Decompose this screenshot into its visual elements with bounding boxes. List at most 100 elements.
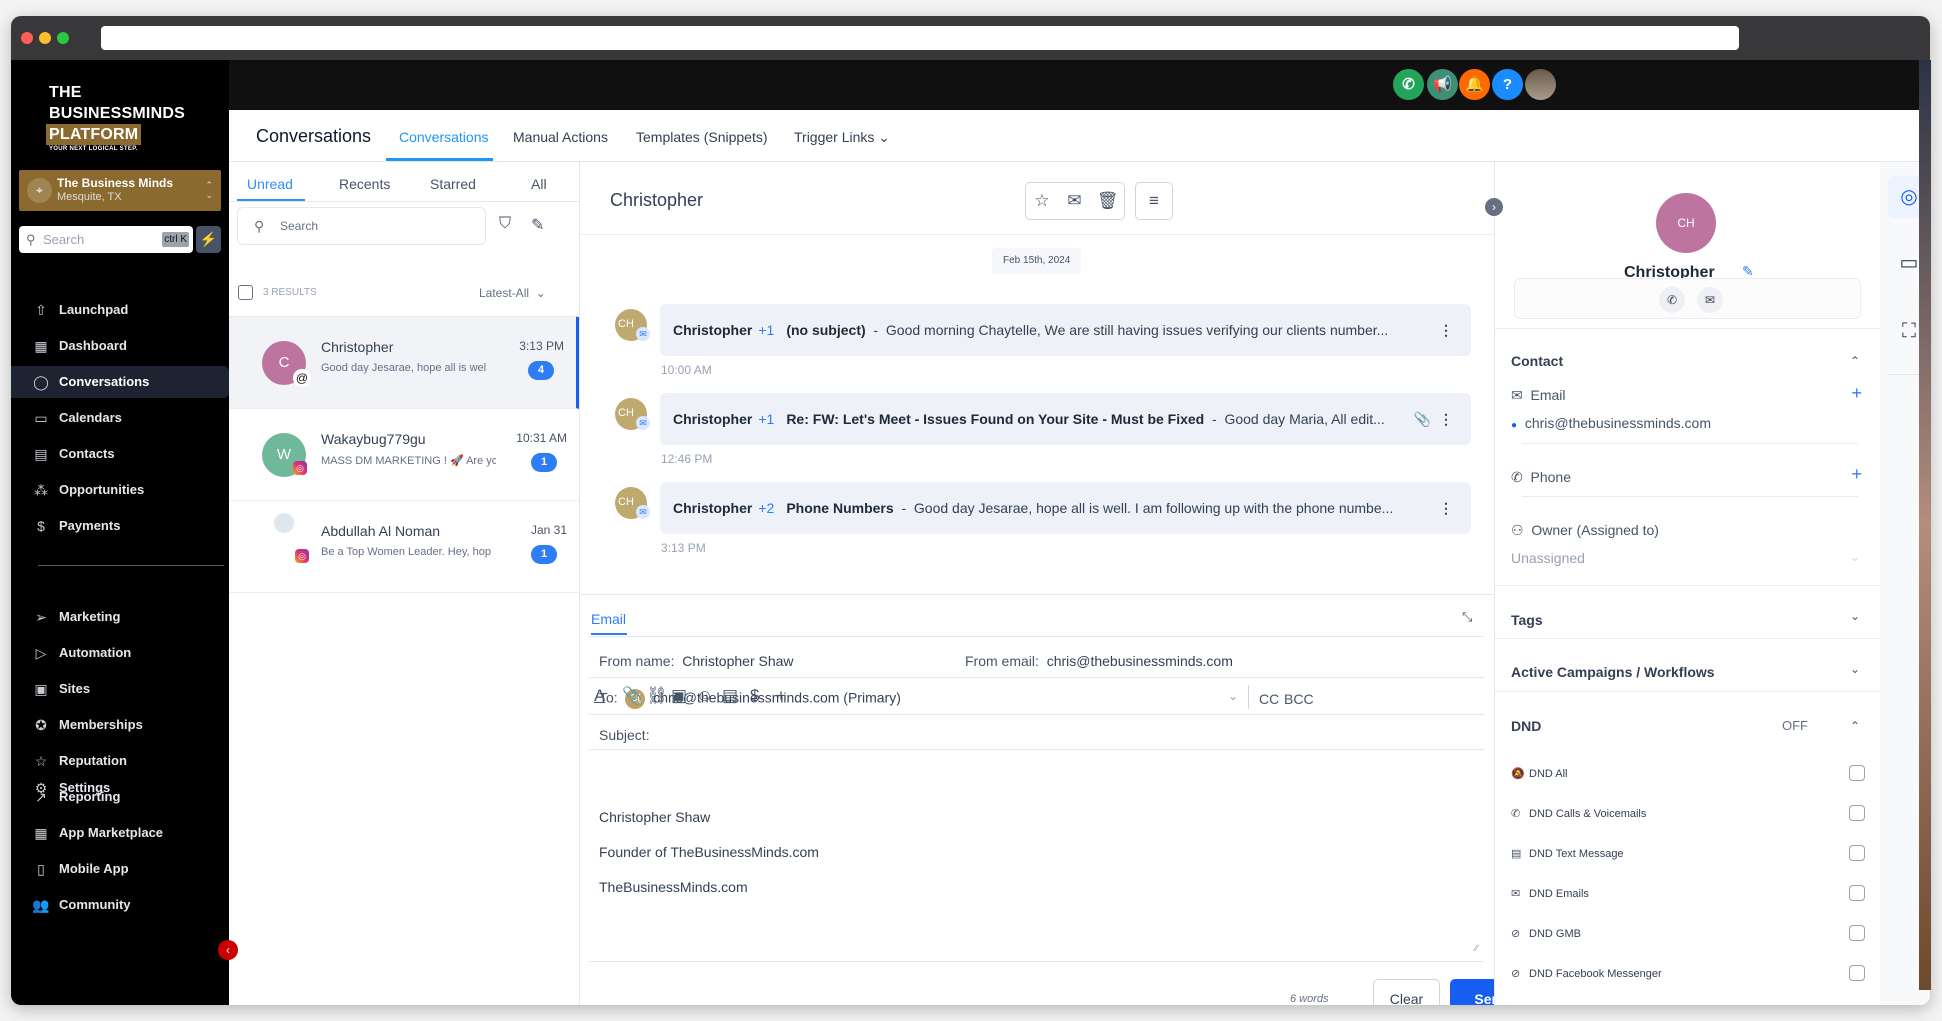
from-name-field[interactable]: From name: Christopher Shaw [599, 653, 794, 669]
sidebar-item-launchpad[interactable]: ⇧ Launchpad [11, 294, 229, 326]
dnd-checkbox[interactable] [1849, 885, 1865, 901]
delete-button[interactable]: 🗑 [1091, 182, 1125, 220]
sidebar-item-calendars[interactable]: ▭ Calendars [11, 402, 229, 434]
conversation-list-item[interactable]: C @ Christopher Good day Jesarae, hope a… [229, 317, 579, 409]
plus-icon[interactable]: + [776, 686, 786, 706]
sidebar-item-mobile-app[interactable]: ▯ Mobile App [11, 853, 229, 885]
chevron-down-icon[interactable]: ⌄ [1850, 662, 1860, 676]
text-format-icon[interactable]: A [594, 686, 605, 706]
help-button[interactable]: ? [1492, 69, 1523, 100]
collapse-sidebar-button[interactable]: ‹ [218, 940, 238, 960]
sidebar-item-app-marketplace[interactable]: ▦ App Marketplace [11, 817, 229, 849]
chevron-up-icon[interactable]: ⌃ [1850, 354, 1860, 368]
chevron-down-icon[interactable]: ⌄ [1228, 689, 1238, 703]
document-icon[interactable]: ▤ [722, 686, 738, 706]
sidebar-item-payments[interactable]: $ Payments [11, 510, 229, 542]
email-message-bubble[interactable]: Christopher +1 (no subject) - Good morning… [660, 304, 1471, 356]
star-button[interactable]: ☆ [1025, 182, 1059, 220]
tab-starred[interactable]: Starred [430, 176, 476, 192]
add-email-button[interactable]: + [1851, 383, 1862, 404]
sidebar-item-marketing[interactable]: ➢ Marketing [11, 601, 229, 633]
sidebar-item-contacts[interactable]: ▤ Contacts [11, 438, 229, 470]
emoji-icon[interactable]: ☺ [696, 686, 713, 706]
maximize-window-button[interactable] [57, 32, 69, 44]
address-bar[interactable] [101, 26, 1739, 50]
chevron-down-icon[interactable]: ⌄ [1850, 609, 1860, 623]
tab-conversations[interactable]: Conversations [399, 129, 489, 145]
dnd-checkbox[interactable] [1849, 805, 1865, 821]
clear-button[interactable]: Clear [1373, 979, 1440, 1005]
sidebar-search-input[interactable]: ⚲ Search ctrl K [19, 226, 193, 253]
bcc-button[interactable]: BCC [1284, 691, 1314, 707]
conversation-list-item[interactable]: ◎ Abdullah Al Noman Be a Top Women Leade… [229, 501, 579, 593]
dnd-checkbox[interactable] [1849, 925, 1865, 941]
email-message-bubble[interactable]: Christopher +1 Re: FW: Let's Meet - Issues… [660, 393, 1471, 445]
notifications-button[interactable]: 🔔 [1459, 69, 1490, 100]
user-avatar[interactable] [1525, 69, 1556, 100]
email-value[interactable]: ● chris@thebusinessminds.com [1511, 415, 1711, 431]
tab-all[interactable]: All [531, 176, 547, 192]
owner-select[interactable]: Unassigned [1511, 550, 1585, 566]
contact-section-header[interactable]: Contact [1511, 353, 1563, 369]
dnd-section-header[interactable]: DND [1511, 718, 1541, 734]
minimize-composer-icon[interactable]: ⤡ [1462, 609, 1472, 625]
add-phone-button[interactable]: + [1851, 464, 1862, 485]
chevron-down-icon[interactable]: ⌄ [1850, 550, 1860, 564]
conversation-search-input[interactable]: ⚲ Search [237, 207, 486, 245]
sidebar-item-settings[interactable]: ⚙ Settings [11, 772, 229, 804]
dnd-option-label: DND Text Message [1529, 848, 1624, 860]
tab-manual-actions[interactable]: Manual Actions [513, 129, 608, 145]
from-email-field[interactable]: From email: chris@thebusinessminds.com [965, 653, 1233, 669]
dollar-icon[interactable]: $ [750, 686, 759, 706]
email-body-editor[interactable]: Christopher Shaw Founder of TheBusinessM… [589, 751, 1484, 961]
image-icon[interactable]: ▣ [671, 686, 687, 706]
more-options-icon[interactable]: ⋮ [1439, 393, 1453, 445]
sidebar-item-opportunities[interactable]: ⁂ Opportunities [11, 474, 229, 506]
campaigns-section-header[interactable]: Active Campaigns / Workflows [1511, 664, 1715, 680]
close-window-button[interactable] [21, 32, 33, 44]
dnd-checkbox[interactable] [1849, 765, 1865, 781]
select-all-checkbox[interactable] [238, 285, 253, 300]
attachment-icon[interactable]: 📎 [622, 686, 643, 706]
tab-email[interactable]: Email [591, 611, 626, 627]
subject-field[interactable]: Subject: [599, 727, 650, 743]
sidebar-item-dashboard[interactable]: ▦ Dashboard [11, 330, 229, 362]
announcements-button[interactable]: 📢 [1427, 69, 1458, 100]
chevron-up-icon[interactable]: ⌃ [1850, 719, 1860, 733]
location-switcher[interactable]: ⌖ The Business Minds Mesquite, TX ⌃ ⌄ [19, 170, 221, 211]
more-options-icon[interactable]: ⋮ [1439, 304, 1453, 356]
sidebar-item-label: Sites [59, 681, 91, 696]
tab-templates[interactable]: Templates (Snippets) [636, 129, 768, 145]
call-button[interactable]: ✆ [1659, 287, 1685, 313]
conversation-list-item[interactable]: W ◎ Wakaybug779gu MASS DM MARKETING ! 🚀 … [229, 409, 579, 501]
email-message-bubble[interactable]: Christopher +2 Phone Numbers - Good day Je… [660, 482, 1471, 534]
sidebar-item-conversations[interactable]: ◯ Conversations [11, 366, 229, 398]
mark-unread-button[interactable]: ✉ [1058, 182, 1092, 220]
sidebar-item-community[interactable]: 👥 Community [11, 889, 229, 921]
sort-dropdown[interactable]: Latest-All ⌄ [479, 286, 546, 300]
help-icon: ? [1502, 76, 1513, 93]
more-options-icon[interactable]: ⋮ [1439, 482, 1453, 534]
toggle-contact-panel-button[interactable]: › [1485, 198, 1503, 216]
sidebar-item-sites[interactable]: ▣ Sites [11, 673, 229, 705]
cc-button[interactable]: CC [1259, 691, 1279, 707]
resize-handle-icon[interactable]: ⁄⁄ [1475, 943, 1478, 953]
filter-icon[interactable]: ⛉ [499, 215, 511, 233]
label-text: Owner (Assigned to) [1531, 522, 1659, 538]
quick-actions-button[interactable]: ⚡ [196, 226, 221, 253]
tags-section-header[interactable]: Tags [1511, 612, 1543, 628]
divider [589, 636, 1484, 637]
email-button[interactable]: ✉ [1697, 287, 1723, 313]
link-icon[interactable]: ⛓ [646, 686, 668, 706]
filter-messages-button[interactable]: ≡ [1135, 182, 1173, 220]
minimize-window-button[interactable] [39, 32, 51, 44]
sidebar-item-memberships[interactable]: ✪ Memberships [11, 709, 229, 741]
phone-button[interactable]: ✆ [1393, 69, 1424, 100]
tab-unread[interactable]: Unread [247, 176, 293, 192]
dnd-checkbox[interactable] [1849, 965, 1865, 981]
tab-trigger-links[interactable]: Trigger Links ⌄ [794, 129, 890, 146]
dnd-checkbox[interactable] [1849, 845, 1865, 861]
tab-recents[interactable]: Recents [339, 176, 390, 192]
sidebar-item-automation[interactable]: ▷ Automation [11, 637, 229, 669]
compose-icon[interactable]: ✎ [531, 215, 544, 235]
